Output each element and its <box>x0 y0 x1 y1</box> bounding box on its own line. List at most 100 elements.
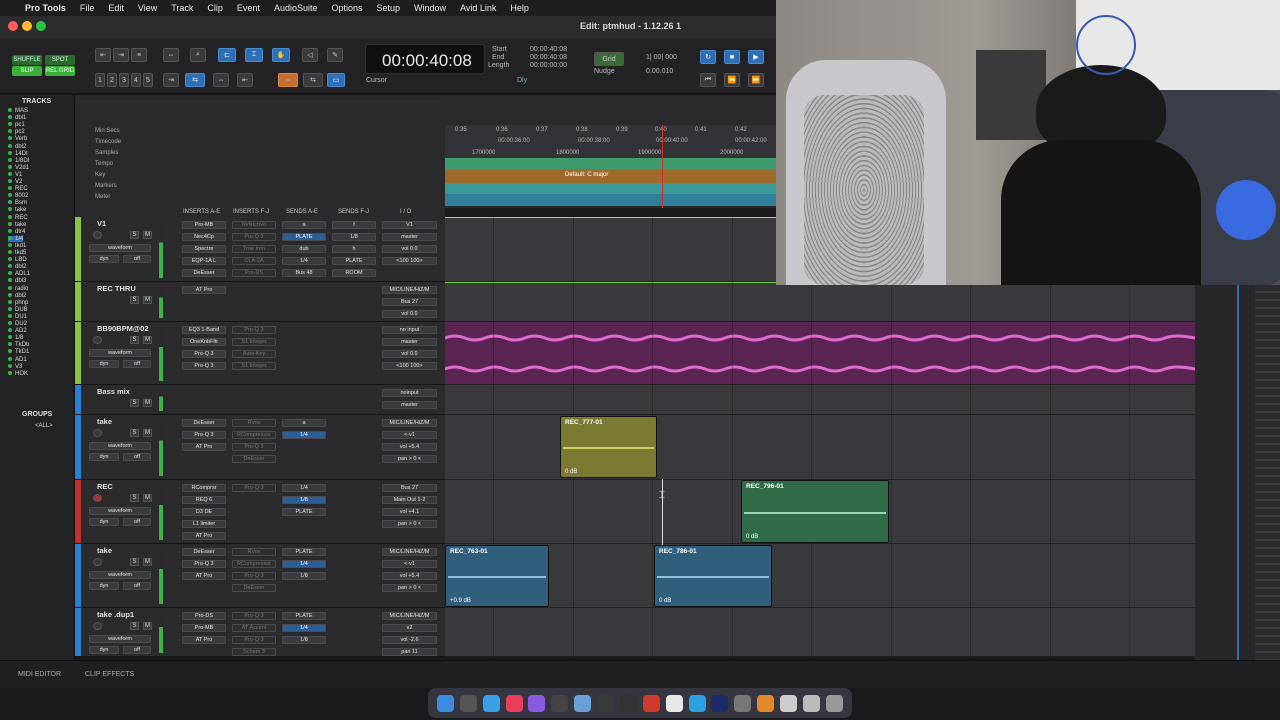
track-visible-icon[interactable] <box>8 299 12 304</box>
insert-slot[interactable]: S1 Imager <box>232 338 276 346</box>
tracklist-item[interactable]: 1/4 <box>8 235 24 242</box>
solo-button[interactable]: S <box>130 429 139 437</box>
track-view-selector[interactable]: waveform <box>89 349 151 357</box>
link-timeline-icon[interactable]: ⇆ <box>185 73 205 87</box>
nudge-value[interactable]: 0.00.010 <box>646 68 673 75</box>
audio-clip[interactable]: REC_786-01 0 dB <box>654 545 772 607</box>
io-selector[interactable]: master <box>382 233 437 241</box>
track-visible-icon[interactable] <box>8 150 12 155</box>
insert-slot[interactable]: AT Pro <box>182 443 226 451</box>
io-selector[interactable]: <100 100> <box>382 257 437 265</box>
io-selector[interactable]: MIC/LINE/HiZ/M <box>382 419 437 427</box>
tracklist-item[interactable]: REC <box>8 186 28 192</box>
io-selector[interactable]: vol +5.4 <box>382 443 437 451</box>
tracklist-item[interactable]: radio <box>8 285 28 292</box>
trim-tool-icon[interactable]: ⊏ <box>218 48 236 62</box>
insert-slot[interactable]: L1 limiter <box>182 520 226 528</box>
zoom-in-icon[interactable]: ⇥ <box>113 48 129 62</box>
scrubber-tool-icon[interactable]: ◁ <box>302 48 318 62</box>
groups-header[interactable]: GROUPS <box>22 411 52 418</box>
automation-mode-selector[interactable]: off <box>123 453 151 461</box>
track-visible-icon[interactable] <box>8 235 12 240</box>
track-visible-icon[interactable] <box>8 292 12 297</box>
io-selector[interactable]: Main Out 1-2 <box>382 496 437 504</box>
track-name[interactable]: V1 <box>97 219 106 228</box>
io-selector[interactable]: vol +5.4 <box>382 572 437 580</box>
track-view-selector[interactable]: waveform <box>89 635 151 643</box>
downloads-icon[interactable] <box>802 694 820 712</box>
main-counter[interactable]: 00:00:40:08 <box>365 44 485 74</box>
menu-window[interactable]: Window <box>407 3 453 13</box>
automation-mode-selector[interactable]: off <box>123 646 151 654</box>
selector-tool-icon[interactable]: ⌶ <box>245 48 263 62</box>
record-arm-icon[interactable] <box>93 558 102 566</box>
insert-slot[interactable]: DeEsser <box>232 455 276 463</box>
io-selector[interactable]: vol -2.6 <box>382 636 437 644</box>
insert-slot[interactable]: AT Pro <box>182 532 226 540</box>
send-slot[interactable]: h <box>332 245 376 253</box>
insert-slot[interactable]: S1 Imager <box>232 362 276 370</box>
tracklist-item[interactable]: Verb <box>8 136 27 142</box>
io-selector[interactable]: vol +4.1 <box>382 508 437 516</box>
insert-slot[interactable]: Pro-Q 3 <box>182 362 226 370</box>
insert-slot[interactable]: Spectre <box>182 245 226 253</box>
tracklist-item[interactable]: TkDb <box>8 342 29 348</box>
insert-slot[interactable]: Pro-Q 3 <box>232 443 276 451</box>
music-icon[interactable] <box>505 694 523 712</box>
track-visible-icon[interactable] <box>8 129 12 134</box>
insert-slot[interactable]: Auto-Key <box>232 350 276 358</box>
return-to-zero-icon[interactable]: ⏮ <box>700 73 716 87</box>
end-value[interactable]: 00:00:40:08 <box>530 54 567 61</box>
solo-button[interactable]: S <box>130 336 139 344</box>
insert-slot[interactable]: Pro-Q 3 <box>232 326 276 334</box>
track-name[interactable]: take <box>97 546 112 555</box>
tracklist-item[interactable]: LBD <box>8 257 27 263</box>
tracklist-item[interactable]: TkD1 <box>8 349 29 355</box>
tracklist-item[interactable]: 8002 <box>8 193 28 199</box>
insert-slot[interactable]: RCompressor <box>232 431 276 439</box>
send-slot[interactable]: ROOM <box>332 269 376 277</box>
tracklist-item[interactable]: dbl2 <box>8 292 26 299</box>
io-selector[interactable]: MIC/LINE/HiZ/M <box>382 548 437 556</box>
shuffle-mode-button[interactable]: SHUFFLE <box>12 55 42 65</box>
track-row[interactable]: REC S Mwaveform dyn off RComprsr REQ 6 D3 DE L1 … <box>75 480 445 544</box>
rel-grid-mode-button[interactable]: REL GRID <box>45 66 75 76</box>
play-icon[interactable]: ▶ <box>748 50 764 64</box>
printer-icon[interactable] <box>734 694 752 712</box>
safari-icon[interactable] <box>482 694 500 712</box>
insert-slot[interactable]: RComprsr <box>182 484 226 492</box>
menu-file[interactable]: File <box>73 3 102 13</box>
track-visible-icon[interactable] <box>8 108 12 112</box>
lane-take-dup1[interactable] <box>445 608 1195 657</box>
track-view-selector[interactable]: waveform <box>89 442 151 450</box>
automation-dyn-selector[interactable]: dyn <box>89 360 119 368</box>
automation-dyn-selector[interactable]: dyn <box>89 646 119 654</box>
insert-slot[interactable]: AT Pro <box>182 572 226 580</box>
tracklist-item[interactable]: MAS <box>8 108 28 114</box>
tracklist-item[interactable]: pc1 <box>8 122 25 128</box>
io-selector[interactable]: Bus 27 <box>382 484 437 492</box>
insert-slot[interactable]: Pro-Q 3 <box>232 612 276 620</box>
automation-dyn-selector[interactable]: dyn <box>89 582 119 590</box>
mirror-midi-icon[interactable]: ⇔ <box>278 73 298 87</box>
tracklist-item[interactable]: ADL1 <box>8 271 30 277</box>
insert-slot[interactable]: REQ 6 <box>182 496 226 504</box>
tracklist-item[interactable]: take <box>8 221 26 228</box>
loop-icon[interactable]: ↻ <box>700 50 716 64</box>
track-row[interactable]: BB90BPM@02 S Mwaveform dyn off EQ3 1-Band OneK… <box>75 322 445 385</box>
track-name[interactable]: BB90BPM@02 <box>97 324 149 333</box>
mute-button[interactable]: M <box>143 429 152 437</box>
length-value[interactable]: 00:00:00:00 <box>530 62 567 69</box>
menu-audiosuite[interactable]: AudioSuite <box>267 3 325 13</box>
insert-slot[interactable]: DeEsser <box>232 584 276 592</box>
audio-clip[interactable]: REC_763-01 +0.9 dB <box>445 545 549 607</box>
track-visible-icon[interactable] <box>8 171 12 176</box>
tracklist-item[interactable]: V1 <box>8 171 22 178</box>
insert-slot[interactable]: DeEsser <box>182 269 226 277</box>
automation-mode-selector[interactable]: off <box>123 582 151 590</box>
track-visible-icon[interactable] <box>8 306 12 311</box>
track-visible-icon[interactable] <box>8 179 12 183</box>
insert-slot[interactable]: AT Pro <box>182 636 226 644</box>
grid-value[interactable]: 1| 00| 000 <box>646 54 677 61</box>
tracklist-item[interactable]: 1/8 <box>8 335 23 341</box>
